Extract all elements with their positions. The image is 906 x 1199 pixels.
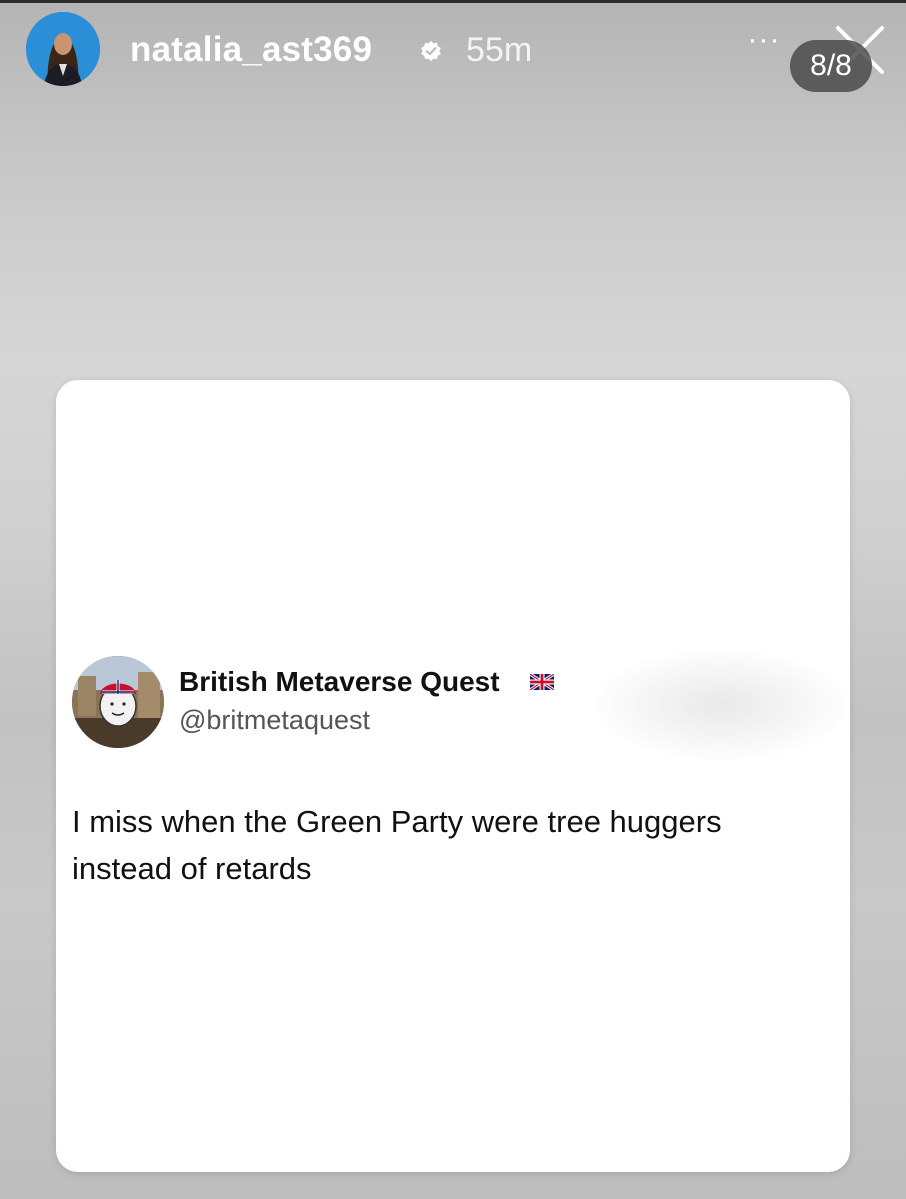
uk-flag-icon	[530, 674, 554, 690]
profile-avatar-image	[26, 12, 100, 86]
tweet-body-text: I miss when the Green Party were tree hu…	[72, 804, 722, 886]
tweet-handle[interactable]: @britmetaquest	[179, 702, 370, 738]
story-header: natalia_ast369 55m ··· 8/8	[0, 0, 906, 100]
tweet-author-avatar-image	[72, 656, 164, 748]
story-timestamp: 55m	[466, 31, 533, 69]
story-username[interactable]: natalia_ast369	[130, 28, 372, 72]
story-counter-badge: 8/8	[790, 40, 872, 92]
more-options-icon[interactable]: ···	[742, 25, 786, 60]
tweet-card: British Metaverse Quest @britmetaquest I…	[56, 380, 850, 1172]
profile-avatar[interactable]	[26, 12, 100, 86]
tweet-author-avatar[interactable]	[72, 656, 164, 748]
tweet-display-name[interactable]: British Metaverse Quest	[179, 664, 500, 700]
verified-badge-icon	[421, 41, 441, 61]
blurred-region	[596, 650, 846, 760]
